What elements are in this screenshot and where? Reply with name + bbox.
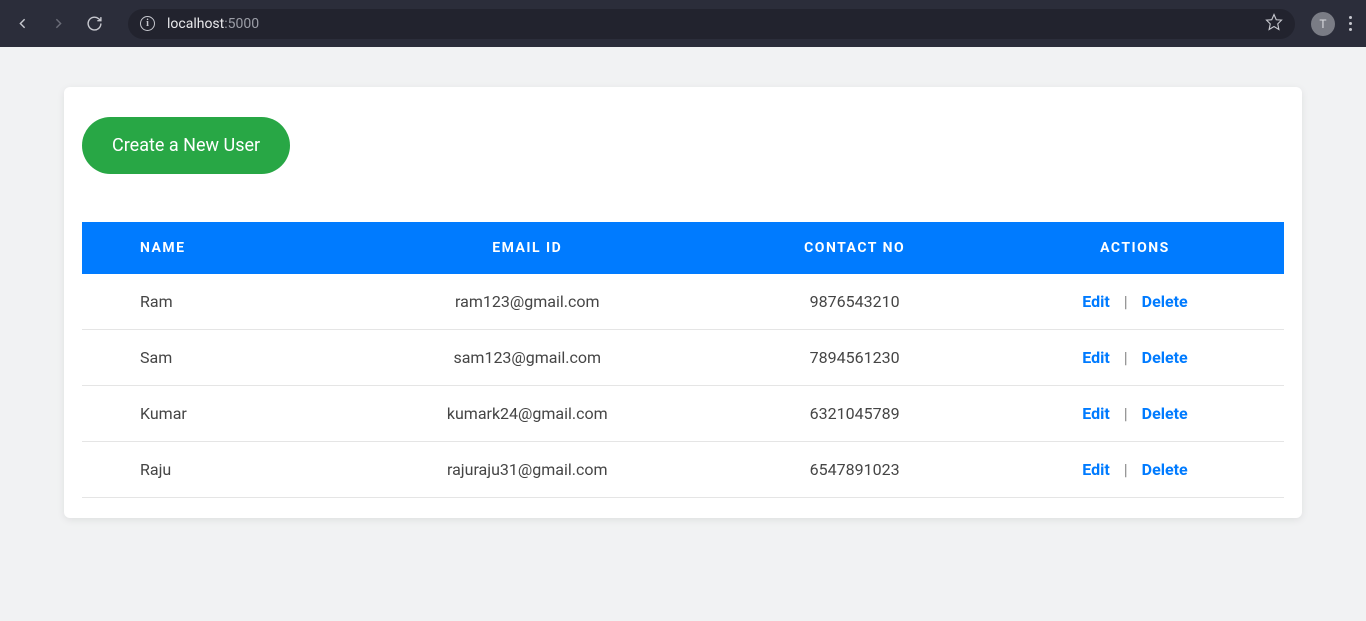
col-contact: CONTACT NO <box>723 222 986 274</box>
table-row: Ramram123@gmail.com9876543210Edit|Delete <box>82 274 1284 330</box>
users-card: Create a New User NAME EMAIL ID CONTACT … <box>64 87 1302 518</box>
edit-link[interactable]: Edit <box>1076 404 1116 423</box>
table-row: Rajurajuraju31@gmail.com6547891023Edit|D… <box>82 442 1284 498</box>
cell-contact: 6321045789 <box>723 386 986 442</box>
table-row: Kumarkumark24@gmail.com6321045789Edit|De… <box>82 386 1284 442</box>
edit-link[interactable]: Edit <box>1076 292 1116 311</box>
profile-avatar[interactable]: T <box>1311 12 1335 36</box>
delete-link[interactable]: Delete <box>1136 404 1194 423</box>
address-bar[interactable]: i localhost:5000 <box>128 9 1295 39</box>
delete-link[interactable]: Delete <box>1136 460 1194 479</box>
site-info-icon[interactable]: i <box>140 16 155 31</box>
col-actions: ACTIONS <box>986 222 1284 274</box>
delete-link[interactable]: Delete <box>1136 348 1194 367</box>
cell-contact: 7894561230 <box>723 330 986 386</box>
cell-name: Sam <box>82 330 331 386</box>
col-name: NAME <box>82 222 331 274</box>
edit-link[interactable]: Edit <box>1076 460 1116 479</box>
cell-contact: 9876543210 <box>723 274 986 330</box>
browser-toolbar: i localhost:5000 T <box>0 0 1366 47</box>
url-port: :5000 <box>224 16 259 32</box>
cell-actions: Edit|Delete <box>986 442 1284 498</box>
cell-name: Raju <box>82 442 331 498</box>
url-host: localhost <box>167 16 224 32</box>
cell-email: sam123@gmail.com <box>331 330 723 386</box>
cell-name: Kumar <box>82 386 331 442</box>
action-separator: | <box>1116 292 1136 311</box>
action-separator: | <box>1116 404 1136 423</box>
cell-email: rajuraju31@gmail.com <box>331 442 723 498</box>
table-header-row: NAME EMAIL ID CONTACT NO ACTIONS <box>82 222 1284 274</box>
bookmark-icon[interactable] <box>1265 13 1283 35</box>
cell-email: ram123@gmail.com <box>331 274 723 330</box>
users-table: NAME EMAIL ID CONTACT NO ACTIONS Ramram1… <box>82 222 1284 498</box>
reload-button[interactable] <box>80 10 108 38</box>
url-text: localhost:5000 <box>167 16 259 32</box>
cell-actions: Edit|Delete <box>986 386 1284 442</box>
table-row: Samsam123@gmail.com7894561230Edit|Delete <box>82 330 1284 386</box>
cell-name: Ram <box>82 274 331 330</box>
browser-menu-icon[interactable] <box>1343 16 1358 31</box>
back-button[interactable] <box>8 10 36 38</box>
cell-email: kumark24@gmail.com <box>331 386 723 442</box>
cell-actions: Edit|Delete <box>986 274 1284 330</box>
create-user-button[interactable]: Create a New User <box>82 117 290 174</box>
action-separator: | <box>1116 460 1136 479</box>
cell-actions: Edit|Delete <box>986 330 1284 386</box>
action-separator: | <box>1116 348 1136 367</box>
delete-link[interactable]: Delete <box>1136 292 1194 311</box>
cell-contact: 6547891023 <box>723 442 986 498</box>
col-email: EMAIL ID <box>331 222 723 274</box>
edit-link[interactable]: Edit <box>1076 348 1116 367</box>
page-body: Create a New User NAME EMAIL ID CONTACT … <box>0 47 1366 558</box>
forward-button[interactable] <box>44 10 72 38</box>
